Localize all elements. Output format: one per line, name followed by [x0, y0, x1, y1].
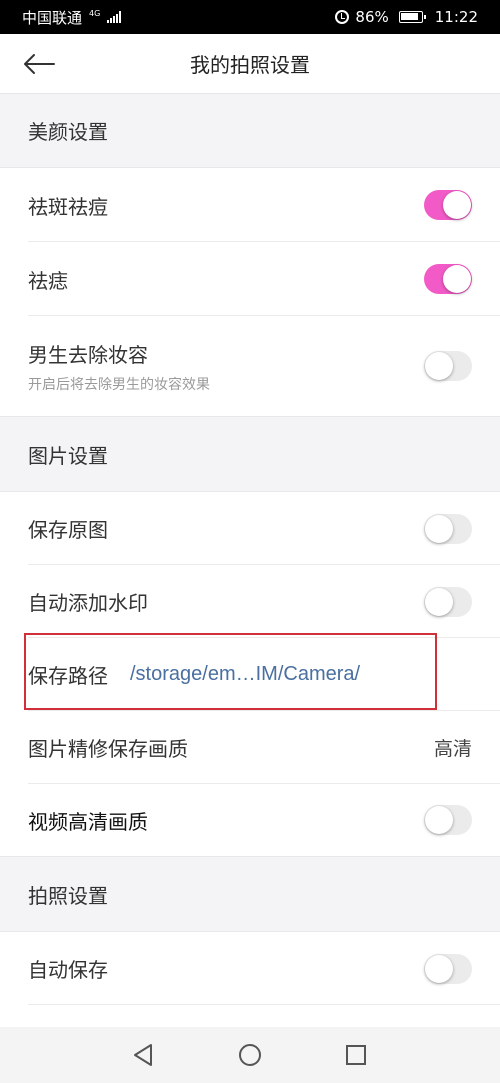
setting-row-mole-removal[interactable]: 祛痣 [0, 242, 500, 316]
setting-label: 视频高清画质 [28, 809, 148, 834]
toggle-video-hd[interactable] [424, 805, 472, 835]
setting-row-male-makeup-removal[interactable]: 男生去除妆容 开启后将去除男生的妆容效果 [0, 316, 500, 416]
toggle-knob [425, 352, 453, 380]
square-recents-icon [346, 1045, 366, 1065]
section-header-camera: 拍照设置 [0, 856, 500, 932]
setting-row-spot-removal[interactable]: 祛斑祛痘 [0, 168, 500, 242]
nav-back-button[interactable] [131, 1043, 155, 1067]
navigation-bar [0, 1027, 500, 1083]
setting-label: 男生去除妆容 [28, 342, 148, 367]
section-header-beauty: 美颜设置 [0, 94, 500, 168]
section-title: 拍照设置 [28, 883, 108, 908]
section-title: 图片设置 [28, 443, 108, 468]
toggle-knob [425, 514, 453, 543]
setting-row-auto-save[interactable]: 自动保存 [0, 932, 500, 1005]
setting-sublabel: 开启后将去除男生的妆容效果 [28, 376, 210, 393]
toggle-auto-save[interactable] [424, 953, 472, 984]
section-header-picture: 图片设置 [0, 416, 500, 492]
triangle-back-icon [134, 1044, 152, 1066]
setting-row-auto-watermark[interactable]: 自动添加水印 [0, 565, 500, 638]
toggle-mole-removal[interactable] [424, 264, 472, 294]
section-title: 美颜设置 [28, 120, 108, 144]
status-right: 86% 11:22 [335, 8, 478, 26]
setting-label: 图片精修保存画质 [28, 737, 188, 761]
toggle-knob [443, 265, 471, 293]
setting-row-partial [0, 1005, 500, 1027]
battery-icon [398, 11, 426, 23]
alarm-icon [335, 10, 350, 24]
setting-label: 祛斑祛痘 [28, 194, 108, 219]
nav-recents-button[interactable] [344, 1043, 368, 1067]
circle-home-icon [239, 1044, 261, 1066]
highlight-box [24, 633, 437, 710]
network-type: 4G [89, 9, 101, 18]
clock-time: 11:22 [434, 8, 478, 26]
toggle-spot-removal[interactable] [424, 190, 472, 220]
toggle-knob [425, 954, 453, 983]
setting-label: 祛痣 [28, 268, 68, 293]
toggle-male-makeup-removal[interactable] [424, 351, 472, 381]
arrow-left-icon [24, 54, 55, 74]
signal-icon [107, 11, 122, 23]
toggle-save-original[interactable] [424, 513, 472, 544]
carrier-name: 中国联通 [22, 8, 83, 27]
title-bar: 我的拍照设置 [0, 34, 500, 94]
toggle-auto-watermark[interactable] [424, 586, 472, 617]
setting-row-video-hd[interactable]: 视频高清画质 [0, 784, 500, 856]
toggle-knob [443, 191, 471, 219]
setting-label: 保存原图 [28, 518, 108, 542]
status-left: 中国联通 4G [22, 7, 122, 28]
retouch-quality-value: 高清 [433, 738, 472, 760]
toggle-knob [425, 806, 453, 834]
setting-label: 自动保存 [28, 958, 108, 982]
nav-home-button[interactable] [238, 1043, 262, 1067]
status-bar: 中国联通 4G 86% 11:22 [0, 0, 500, 34]
setting-row-retouch-quality[interactable]: 图片精修保存画质 高清 [0, 711, 500, 784]
setting-row-save-original[interactable]: 保存原图 [0, 492, 500, 565]
page-title: 我的拍照设置 [190, 53, 310, 77]
back-button[interactable] [22, 48, 62, 80]
toggle-knob [425, 587, 453, 616]
battery-percent: 86% [355, 8, 389, 26]
setting-label: 自动添加水印 [28, 591, 148, 615]
